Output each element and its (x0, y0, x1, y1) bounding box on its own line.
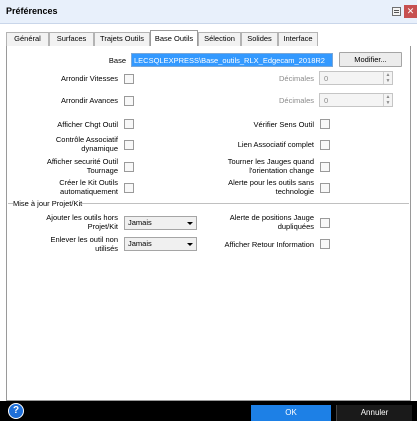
verifier-sens-outil-checkbox[interactable] (320, 119, 330, 129)
dialog-footer: ? OK Annuler (0, 401, 417, 421)
controle-associatif-label: Contrôle Associatif dynamique (55, 135, 118, 153)
help-icon[interactable]: ? (8, 403, 24, 419)
alerte-outils-label: Alerte pour les outils sans technologie (228, 178, 314, 196)
close-icon[interactable]: ✕ (404, 5, 417, 18)
arrondir-vitesses-checkbox[interactable] (124, 74, 134, 84)
afficher-chgt-outil-checkbox[interactable] (124, 119, 134, 129)
chevron-down-icon (187, 222, 193, 225)
creer-kit-label: Créer le Kit Outils automatiquement (59, 178, 118, 196)
stepper-arrows[interactable]: ▲ ▼ (383, 72, 392, 84)
tab-interface[interactable]: Interface (278, 32, 318, 46)
arrondir-avances-checkbox[interactable] (124, 96, 134, 106)
decimales-value: 0 (324, 74, 329, 83)
lien-associatif-checkbox[interactable] (320, 140, 330, 150)
tab-strip: Général Surfaces Trajets Outils Base Out… (6, 30, 411, 47)
tab-base-outils[interactable]: Base Outils (150, 30, 198, 47)
group-title: Mise à jour Projet/Kit (13, 199, 83, 208)
dropdown-value: Jamais (128, 239, 152, 248)
tab-solides[interactable]: Solides (241, 32, 278, 46)
tourner-jauges-label: Tourner les Jauges quand l'orientation ch… (227, 157, 314, 175)
tab-selection[interactable]: Sélection (198, 32, 241, 46)
alerte-positions-checkbox[interactable] (320, 218, 330, 228)
afficher-retour-label: Afficher Retour Information (224, 240, 315, 249)
window-title: Préférences (6, 6, 58, 16)
enlever-outils-label: Enlever les outil non utilisés (50, 235, 118, 253)
afficher-securite-label: Afficher securité Outil Tournage (46, 157, 118, 175)
decimales-vitesses-stepper[interactable]: 0 ▲ ▼ (319, 71, 393, 85)
restore-icon[interactable] (392, 7, 401, 16)
title-bar: Préférences ✕ (0, 0, 417, 24)
tab-surfaces[interactable]: Surfaces (49, 32, 94, 46)
ajouter-outils-dropdown[interactable]: Jamais (124, 216, 197, 230)
afficher-securite-checkbox[interactable] (124, 162, 134, 172)
tourner-jauges-checkbox[interactable] (320, 162, 330, 172)
controle-associatif-checkbox[interactable] (124, 140, 134, 150)
verifier-sens-outil-label: Vérifier Sens Outil (253, 120, 314, 129)
afficher-retour-checkbox[interactable] (320, 239, 330, 249)
base-label: Base (108, 56, 126, 65)
alerte-positions-label: Alerte de positions Jauge dupliquées (229, 213, 314, 231)
tab-trajets-outils[interactable]: Trajets Outils (94, 32, 150, 46)
afficher-chgt-outil-label: Afficher Chgt Outil (57, 120, 118, 129)
tab-general[interactable]: Général (6, 32, 49, 46)
modify-button[interactable]: Modifier... (339, 52, 402, 67)
base-path-field[interactable]: LECSQLEXPRESS\Base_outils_RLX_Edgecam_20… (131, 53, 333, 67)
lien-associatif-label: Lien Associatif complet (237, 140, 314, 149)
arrondir-avances-label: Arrondir Avances (61, 96, 118, 105)
cancel-button[interactable]: Annuler (336, 405, 412, 421)
decimales-avances-stepper[interactable]: 0 ▲ ▼ (319, 93, 393, 107)
ajouter-outils-label: Ajouter les outils hors Projet/Kit (46, 213, 118, 231)
stepper-arrows[interactable]: ▲ ▼ (383, 94, 392, 106)
creer-kit-checkbox[interactable] (124, 183, 134, 193)
dropdown-value: Jamais (128, 218, 152, 227)
arrondir-vitesses-label: Arrondir Vitesses (61, 74, 118, 83)
decimales-value: 0 (324, 96, 329, 105)
enlever-outils-dropdown[interactable]: Jamais (124, 237, 197, 251)
chevron-down-icon (187, 243, 193, 246)
decimales-label: Décimales (278, 96, 314, 105)
alerte-outils-checkbox[interactable] (320, 183, 330, 193)
ok-button[interactable]: OK (251, 405, 331, 421)
decimales-label: Décimales (278, 74, 314, 83)
